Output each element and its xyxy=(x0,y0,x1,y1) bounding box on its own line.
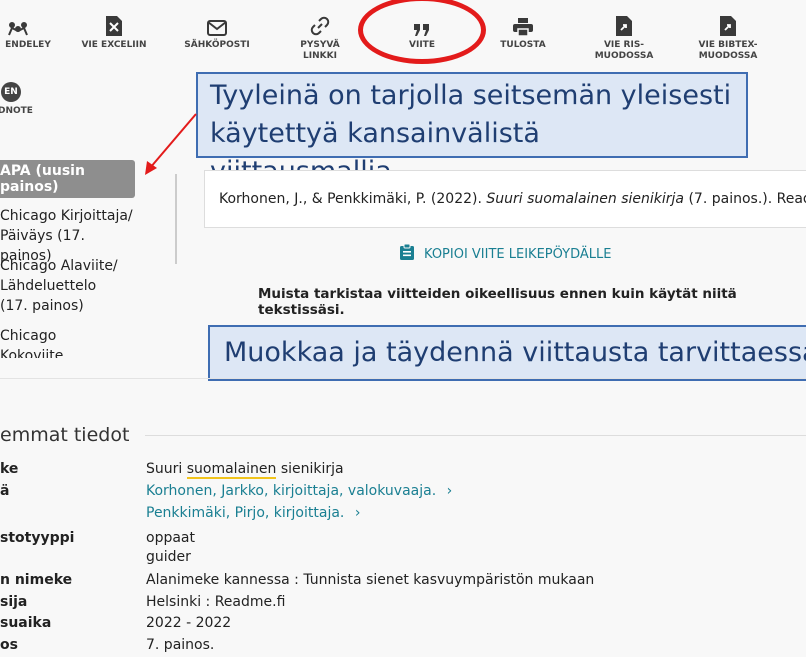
toolbar-label: PYSYVÄ LINKKI xyxy=(300,40,340,61)
clipboard-icon xyxy=(400,243,414,264)
export-file-icon xyxy=(576,14,672,36)
citation-authors: Korhonen, J., & Penkkimäki, P. (2022). xyxy=(219,191,487,207)
citation-title: Suuri suomalainen sienikirja xyxy=(486,191,685,207)
toolbar-label: VIE BIBTEX-MUODOSSA xyxy=(698,40,758,61)
label-subtitle: n nimeke xyxy=(0,572,73,588)
email-button[interactable]: SÄHKÖPOSTI xyxy=(169,14,265,51)
toolbar-label: TULOSTA xyxy=(500,40,546,50)
author-name: Korhonen, Jarkko, kirjoittaja, valokuvaa… xyxy=(146,483,437,499)
section-rule xyxy=(145,435,806,436)
value-type: guider xyxy=(146,549,191,565)
value-title: Suuri suomalainen sienikirja xyxy=(146,461,344,479)
mendeley-button[interactable]: ENDELEY xyxy=(0,14,66,51)
link-icon xyxy=(272,14,368,36)
envelope-icon xyxy=(169,14,265,36)
annotation-callout-styles: Tyyleinä on tarjolla seitsemän yleisesti… xyxy=(196,72,748,187)
reminder-text: Muista tarkistaa viitteiden oikeellisuus… xyxy=(258,286,737,318)
label-type: stotyyppi xyxy=(0,530,75,546)
author-name: Penkkimäki, Pirjo, kirjoittaja. xyxy=(146,505,345,521)
label-date: suaika xyxy=(0,615,52,631)
export-ris-button[interactable]: VIE RIS-MUODOSSA xyxy=(576,14,672,62)
section-divider xyxy=(0,378,806,379)
chevron-right-icon: › xyxy=(354,505,361,521)
toolbar-label: ENDELEY xyxy=(5,40,51,50)
copy-citation-button[interactable]: KOPIOI VIITE LEIKEPÖYDÄLLE xyxy=(400,243,612,264)
print-button[interactable]: TULOSTA xyxy=(475,14,571,51)
value-date: 2022 - 2022 xyxy=(146,615,232,631)
details-section-title: emmat tiedot xyxy=(0,424,130,446)
value-subtitle: Alanimeke kannessa : Tunnista sienet kas… xyxy=(146,572,595,588)
toolbar-label: DNOTE xyxy=(0,106,33,116)
author-link[interactable]: Penkkimäki, Pirjo, kirjoittaja. › xyxy=(146,505,360,521)
value-edition: 7. painos. xyxy=(146,637,215,653)
value-place: Helsinki : Readme.fi xyxy=(146,594,286,610)
citation-style-chicago-full[interactable]: Chicago Kokoviite Lähdeluettelo (16. xyxy=(0,326,120,358)
copy-citation-label: KOPIOI VIITE LEIKEPÖYDÄLLE xyxy=(424,246,612,262)
excel-file-icon xyxy=(66,14,162,36)
toolbar-label: VIE RIS-MUODOSSA xyxy=(594,40,654,61)
export-file-icon xyxy=(680,14,776,36)
label-authors: ä xyxy=(0,483,10,499)
label-edition: os xyxy=(0,637,18,653)
export-bibtex-button[interactable]: VIE BIBTEX-MUODOSSA xyxy=(680,14,776,62)
citation-style-chicago-notes[interactable]: Chicago Alaviite/ Lähdeluettelo (17. pai… xyxy=(0,256,125,316)
list-divider xyxy=(175,174,177,264)
permalink-button[interactable]: PYSYVÄ LINKKI xyxy=(272,14,368,62)
export-excel-button[interactable]: VIE EXCELIIN xyxy=(66,14,162,51)
value-type: oppaat xyxy=(146,530,195,546)
toolbar-label: SÄHKÖPOSTI xyxy=(184,40,250,50)
title-part: Suuri xyxy=(146,461,187,477)
toolbar-label: VIE EXCELIIN xyxy=(81,40,147,50)
author-link[interactable]: Korhonen, Jarkko, kirjoittaja, valokuvaa… xyxy=(146,483,452,499)
label-place: sija xyxy=(0,594,28,610)
citation-style-list: APA (uusin painos) Chicago Kirjoittaja/ … xyxy=(0,160,170,358)
endnote-badge: EN xyxy=(1,82,21,102)
endnote-button[interactable]: EN DNOTE xyxy=(0,82,33,117)
label-title: ke xyxy=(0,461,19,477)
printer-icon xyxy=(475,14,571,36)
citation-suffix: (7. painos.). Readme.f xyxy=(688,191,806,207)
mendeley-icon xyxy=(0,14,66,36)
title-part: sienikirja xyxy=(276,461,344,477)
chevron-right-icon: › xyxy=(446,483,453,499)
citation-style-apa[interactable]: APA (uusin painos) xyxy=(0,160,135,198)
title-part-highlighted: suomalainen xyxy=(186,461,277,479)
citation-text[interactable]: Korhonen, J., & Penkkimäki, P. (2022). S… xyxy=(204,170,806,228)
annotation-callout-edit: Muokkaa ja täydennä viittausta tarvittae… xyxy=(208,325,806,381)
